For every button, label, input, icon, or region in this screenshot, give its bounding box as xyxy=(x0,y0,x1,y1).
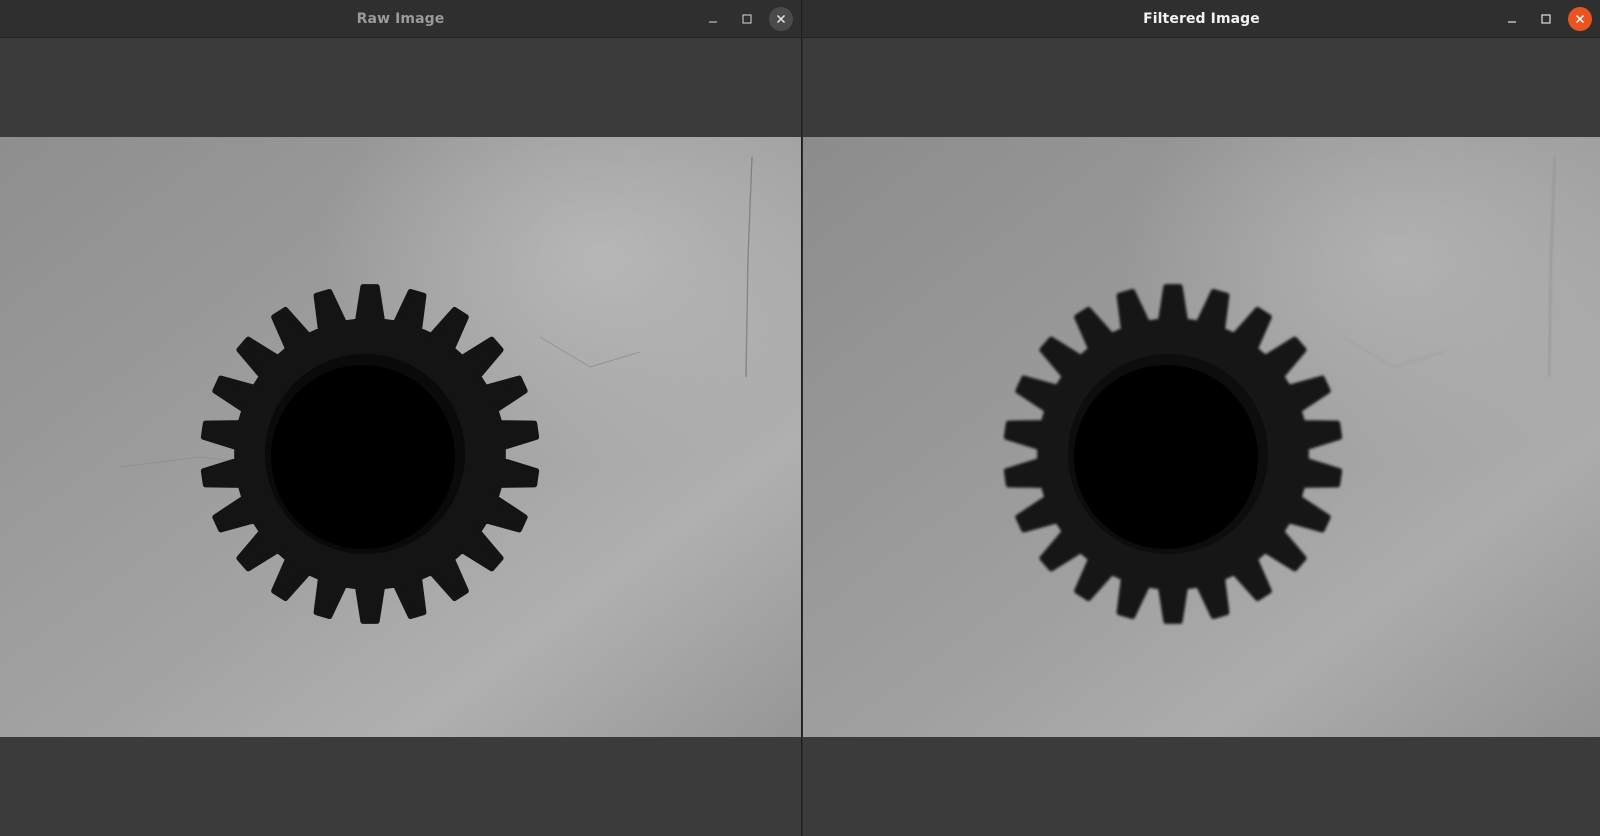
minimize-icon xyxy=(1508,21,1516,23)
window-controls xyxy=(1500,0,1592,38)
raw-image-window[interactable]: Raw Image xyxy=(0,0,802,836)
filtered-gear-image xyxy=(803,137,1600,737)
gear-bore xyxy=(271,365,455,549)
window-title: Raw Image xyxy=(356,10,445,27)
filtered-image-canvas xyxy=(803,38,1600,836)
close-icon xyxy=(776,14,786,24)
maximize-button[interactable] xyxy=(1534,7,1558,31)
minimize-button[interactable] xyxy=(701,7,725,31)
raw-image-canvas xyxy=(0,38,801,836)
close-button[interactable] xyxy=(769,7,793,31)
raw-image-view xyxy=(0,137,801,737)
gear-bore xyxy=(1074,365,1258,549)
minimize-icon xyxy=(709,21,717,23)
raw-gear-image xyxy=(0,137,801,737)
maximize-button[interactable] xyxy=(735,7,759,31)
maximize-icon xyxy=(742,14,752,24)
close-icon xyxy=(1575,14,1585,24)
filtered-image-window[interactable]: Filtered Image xyxy=(803,0,1600,836)
maximize-icon xyxy=(1541,14,1551,24)
minimize-button[interactable] xyxy=(1500,7,1524,31)
desktop: Raw Image Filtered Image xyxy=(0,0,1600,836)
filtered-image-view xyxy=(803,137,1600,737)
raw-image-titlebar[interactable]: Raw Image xyxy=(0,0,801,38)
close-button[interactable] xyxy=(1568,7,1592,31)
window-title: Filtered Image xyxy=(1143,10,1260,27)
window-controls xyxy=(701,0,793,38)
filtered-image-titlebar[interactable]: Filtered Image xyxy=(803,0,1600,38)
